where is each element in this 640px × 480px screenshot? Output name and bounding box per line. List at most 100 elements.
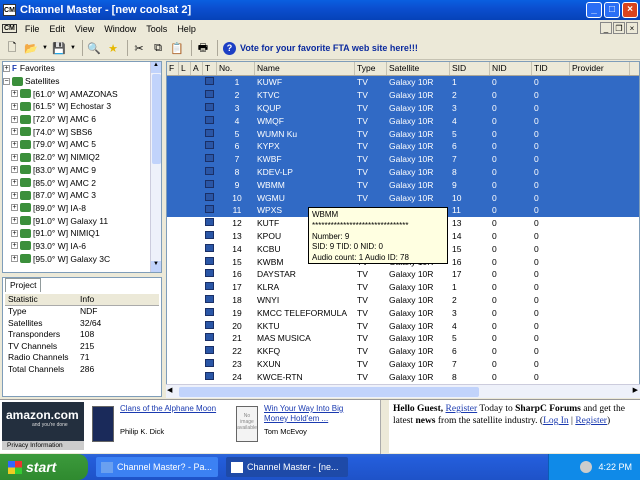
book-ad-2[interactable]: No image available Win Your Way Into Big… bbox=[236, 404, 356, 450]
menu-view[interactable]: View bbox=[70, 24, 99, 34]
col-header-sid[interactable]: SID bbox=[450, 62, 490, 75]
tree-item-satellite[interactable]: + [82.0° W] NIMIQ2 bbox=[3, 151, 161, 164]
col-header-statistic[interactable]: Statistic bbox=[5, 294, 77, 304]
table-row[interactable]: 16 DAYSTAR TV Galaxy 10R 17 0 0 bbox=[167, 268, 639, 281]
scroll-down-icon[interactable]: ▼ bbox=[151, 261, 161, 272]
expand-icon[interactable]: + bbox=[11, 115, 18, 123]
table-row[interactable]: 23 KXUN TV Galaxy 10R 7 0 0 bbox=[167, 358, 639, 371]
minimize-button[interactable]: _ bbox=[586, 2, 602, 18]
col-header-name[interactable]: Name bbox=[255, 62, 355, 75]
vote-link[interactable]: Vote for your favorite FTA web site here… bbox=[240, 43, 418, 53]
expand-icon[interactable]: + bbox=[11, 90, 18, 98]
col-header-t[interactable]: T bbox=[203, 62, 217, 75]
table-row[interactable]: 9 WBMM TV Galaxy 10R 9 0 0 bbox=[167, 178, 639, 192]
expand-icon[interactable]: + bbox=[11, 204, 18, 212]
privacy-link[interactable]: Privacy Information bbox=[2, 441, 84, 450]
table-row[interactable]: 2 KTVC TV Galaxy 10R 2 0 0 bbox=[167, 88, 639, 102]
book-title-link[interactable]: Clans of the Alphane Moon bbox=[120, 404, 220, 414]
scroll-up-icon[interactable]: ▲ bbox=[151, 62, 161, 73]
table-row[interactable]: 19 KMCC TELEFORMULA TV Galaxy 10R 3 0 0 bbox=[167, 306, 639, 319]
scroll-right-icon[interactable]: ▶ bbox=[633, 386, 638, 394]
mdi-close-button[interactable]: × bbox=[626, 22, 638, 34]
table-row[interactable]: 20 KKTU TV Galaxy 10R 4 0 0 bbox=[167, 319, 639, 332]
col-header-satellite[interactable]: Satellite bbox=[387, 62, 450, 75]
menu-help[interactable]: Help bbox=[172, 24, 201, 34]
save-icon[interactable]: 💾 bbox=[51, 40, 67, 56]
expand-icon[interactable]: + bbox=[11, 140, 18, 148]
col-header-no[interactable]: No. bbox=[217, 62, 255, 75]
tree-item-satellite[interactable]: + [91.0° W] Galaxy 11 bbox=[3, 214, 161, 227]
tree-item-satellite[interactable]: + [85.0° W] AMC 2 bbox=[3, 176, 161, 189]
maximize-button[interactable]: □ bbox=[604, 2, 620, 18]
tree-item-satellite[interactable]: + [95.0° W] Galaxy 3C bbox=[3, 252, 161, 265]
amazon-ad[interactable]: amazon.com and you're done Privacy Infor… bbox=[2, 402, 84, 450]
favorite-star-icon[interactable]: ★ bbox=[105, 40, 121, 56]
expand-icon[interactable]: + bbox=[11, 191, 18, 199]
paste-icon[interactable]: 📋 bbox=[169, 40, 185, 56]
find-icon[interactable]: 🔍 bbox=[86, 40, 102, 56]
tree-item-satellite[interactable]: + [74.0° W] SBS6 bbox=[3, 125, 161, 138]
table-row[interactable]: 6 KYPX TV Galaxy 10R 6 0 0 bbox=[167, 139, 639, 153]
mdi-restore-button[interactable]: ❐ bbox=[613, 22, 625, 34]
expand-icon[interactable]: + bbox=[11, 217, 18, 225]
col-header-tid[interactable]: TID bbox=[532, 62, 570, 75]
register-link[interactable]: Register bbox=[446, 404, 478, 414]
expand-icon[interactable]: + bbox=[11, 229, 18, 237]
no-image-placeholder[interactable]: No image available bbox=[236, 406, 258, 442]
login-link[interactable]: Log In bbox=[543, 416, 569, 426]
table-row[interactable]: 21 MAS MUSICA TV Galaxy 10R 5 0 0 bbox=[167, 332, 639, 345]
table-row[interactable]: 1 KUWF TV Galaxy 10R 1 0 0 bbox=[167, 76, 639, 89]
tab-project[interactable]: Project bbox=[5, 278, 42, 292]
scroll-left-icon[interactable]: ◀ bbox=[167, 386, 172, 394]
table-row[interactable]: 8 KDEV-LP TV Galaxy 10R 8 0 0 bbox=[167, 165, 639, 179]
tree-item-satellite[interactable]: + [87.0° W] AMC 3 bbox=[3, 189, 161, 202]
table-row[interactable]: 4 WMQF TV Galaxy 10R 4 0 0 bbox=[167, 114, 639, 128]
copy-icon[interactable]: ⧉ bbox=[150, 40, 166, 56]
collapse-icon[interactable]: − bbox=[3, 77, 10, 85]
app-icon[interactable]: CM bbox=[3, 4, 16, 16]
tree-item-favorites[interactable]: + F Favorites bbox=[3, 62, 161, 75]
taskbar-item-browser[interactable]: Channel Master? - Pa... bbox=[96, 457, 218, 477]
tree-item-satellite[interactable]: + [93.0° W] IA-6 bbox=[3, 240, 161, 253]
table-row[interactable]: 22 KKFQ TV Galaxy 10R 6 0 0 bbox=[167, 345, 639, 358]
close-button[interactable]: × bbox=[622, 2, 638, 18]
expand-icon[interactable]: + bbox=[11, 255, 18, 263]
panel-splitter[interactable] bbox=[380, 400, 389, 454]
expand-icon[interactable]: + bbox=[11, 153, 18, 161]
col-header-nid[interactable]: NID bbox=[490, 62, 532, 75]
cut-icon[interactable]: ✂ bbox=[131, 40, 147, 56]
table-row[interactable]: 5 WUMN Ku TV Galaxy 10R 5 0 0 bbox=[167, 127, 639, 140]
book-title-link[interactable]: Win Your Way Into Big Money Hold'em ... bbox=[264, 404, 364, 424]
table-row[interactable]: 7 KWBF TV Galaxy 10R 7 0 0 bbox=[167, 152, 639, 166]
table-row[interactable]: 3 KQUP TV Galaxy 10R 3 0 0 bbox=[167, 101, 639, 115]
tree-item-satellite[interactable]: + [72.0° W] AMC 6 bbox=[3, 113, 161, 126]
tree-item-satellites[interactable]: − Satellites bbox=[3, 75, 161, 88]
register-link-2[interactable]: Register bbox=[575, 416, 607, 426]
expand-icon[interactable]: + bbox=[3, 64, 10, 72]
book-cover[interactable] bbox=[92, 406, 114, 442]
col-header-provider[interactable]: Provider bbox=[570, 62, 630, 75]
tree-item-satellite[interactable]: + [61.5° W] Echostar 3 bbox=[3, 100, 161, 113]
mdi-minimize-button[interactable]: _ bbox=[600, 22, 612, 34]
satellite-tree[interactable]: + F Favorites − Satellites + [61.0° W] AM… bbox=[2, 61, 162, 273]
tree-item-satellite[interactable]: + [79.0° W] AMC 5 bbox=[3, 138, 161, 151]
book-ad-1[interactable]: Clans of the Alphane Moon Philip K. Dick bbox=[92, 404, 216, 450]
tree-item-satellite[interactable]: + [89.0° W] IA-8 bbox=[3, 202, 161, 215]
new-file-icon[interactable]: 🗋 bbox=[4, 40, 20, 56]
tree-scrollbar[interactable]: ▲ ▼ bbox=[150, 62, 161, 272]
info-icon[interactable]: ? bbox=[223, 41, 236, 55]
dropdown-arrow-icon[interactable]: ▼ bbox=[42, 40, 48, 56]
start-button[interactable]: start bbox=[0, 454, 88, 480]
table-row[interactable]: 18 WNYI TV Galaxy 10R 2 0 0 bbox=[167, 294, 639, 307]
amazon-logo[interactable]: amazon.com bbox=[2, 402, 84, 422]
expand-icon[interactable]: + bbox=[11, 242, 18, 250]
col-header-f[interactable]: F bbox=[167, 62, 179, 75]
expand-icon[interactable]: + bbox=[11, 166, 18, 174]
tree-item-satellite[interactable]: + [61.0° W] AMAZONAS bbox=[3, 87, 161, 100]
app-icon-small[interactable]: CM bbox=[2, 24, 17, 33]
scroll-thumb[interactable] bbox=[152, 74, 161, 164]
tree-item-satellite[interactable]: + [91.0° W] NIMIQ1 bbox=[3, 227, 161, 240]
table-row[interactable]: 17 KLRA TV Galaxy 10R 1 0 0 bbox=[167, 281, 639, 294]
menu-tools[interactable]: Tools bbox=[141, 24, 172, 34]
open-folder-icon[interactable]: 📂 bbox=[23, 40, 39, 56]
